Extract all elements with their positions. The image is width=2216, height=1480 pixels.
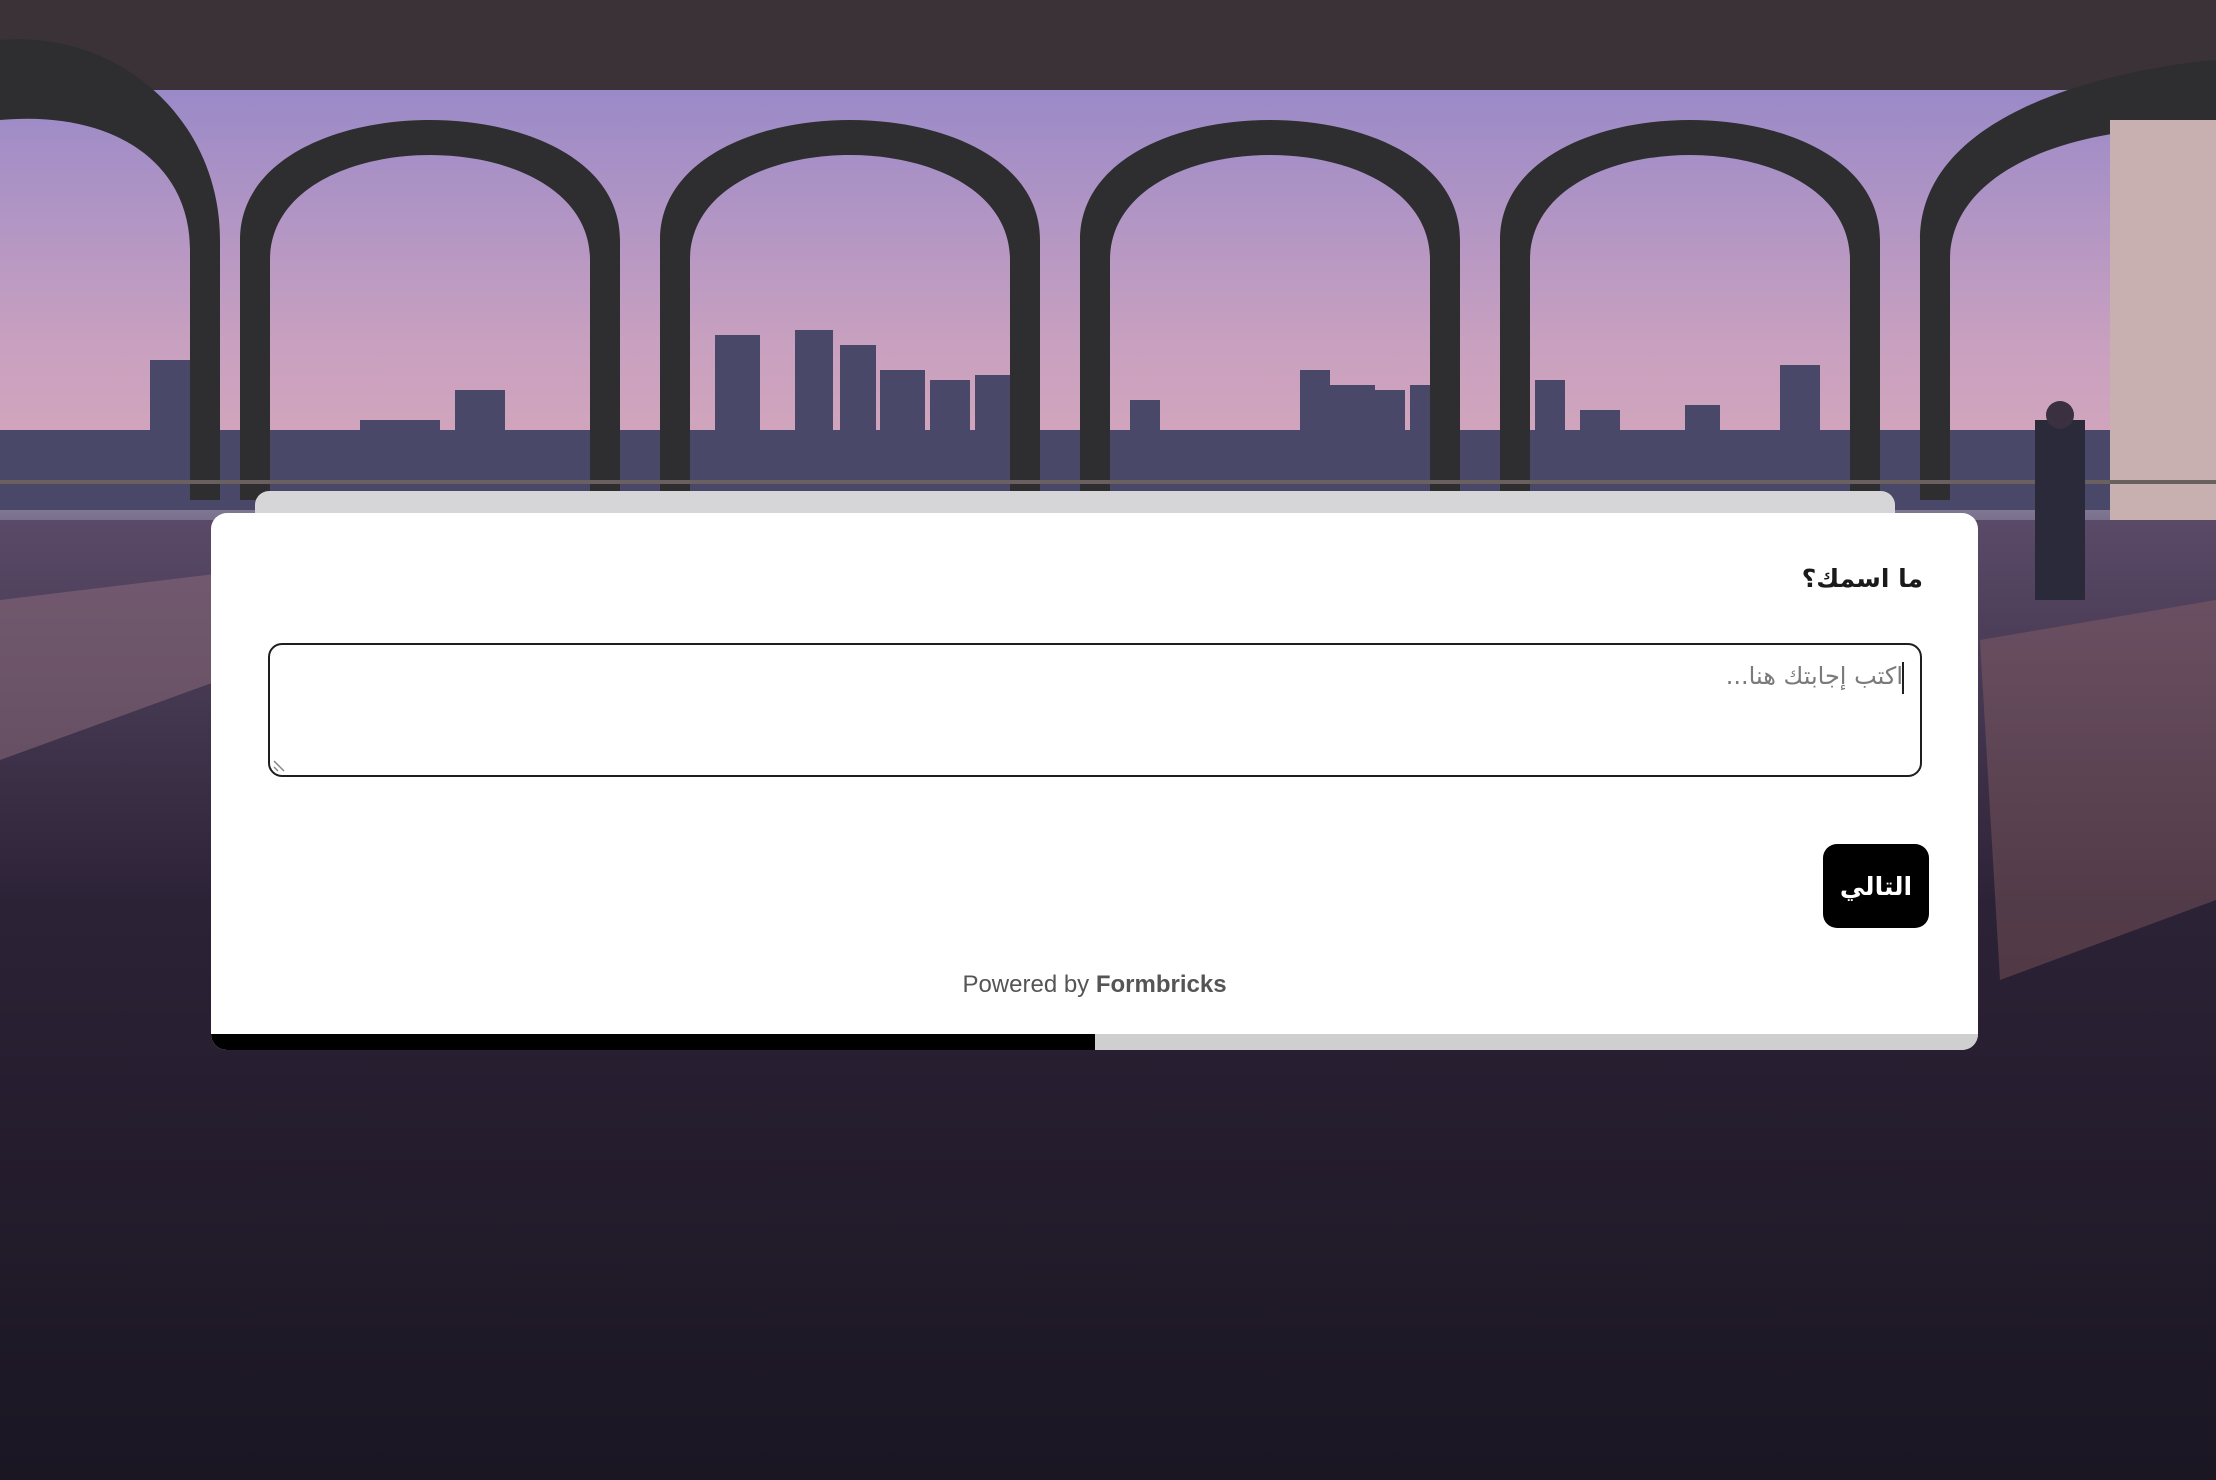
- progress-bar-fill: [211, 1034, 1095, 1050]
- question-title: ما اسمك؟: [1801, 564, 1923, 593]
- next-button[interactable]: التالي: [1823, 844, 1929, 928]
- resize-handle-icon[interactable]: [272, 759, 286, 773]
- survey-card: ما اسمك؟ اكتب إجابتك هنا... التالي Power…: [211, 513, 1978, 1050]
- text-caret: [1902, 662, 1904, 694]
- progress-bar: [211, 1034, 1978, 1050]
- answer-textarea[interactable]: اكتب إجابتك هنا...: [268, 643, 1922, 777]
- answer-placeholder: اكتب إجابتك هنا...: [1725, 662, 1903, 690]
- powered-by-brand[interactable]: Formbricks: [1096, 971, 1227, 998]
- powered-by[interactable]: Powered by Formbricks: [211, 971, 1978, 999]
- powered-by-prefix: Powered by: [962, 971, 1096, 998]
